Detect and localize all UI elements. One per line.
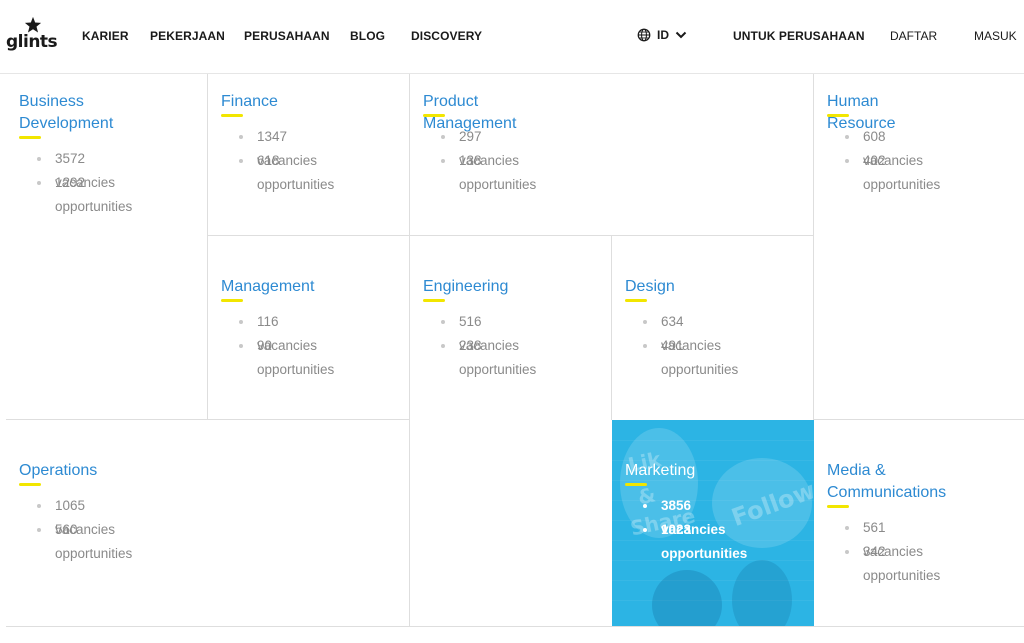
nav-perusahaan[interactable]: PERUSAHAAN [244,29,330,43]
language-selector[interactable]: ID [637,26,687,44]
title-underline [625,299,647,302]
category-stats: 116 vacancies 90 opportunities [239,310,334,377]
category-title[interactable]: Finance [221,91,278,113]
opportunities-count: 138 opportunities [441,149,536,192]
title-underline [827,114,849,117]
category-stats: 1347 vacancies 618 opportunities [239,125,334,192]
glints-logo[interactable]: glints [6,16,58,56]
opportunities-count: 1292 opportunities [37,171,132,214]
opportunities-count: 560 opportunities [37,518,132,561]
opportunities-count: 90 opportunities [239,334,334,377]
title-underline [625,483,647,486]
category-title[interactable]: Business Development [19,91,169,135]
vacancies-count: 1065 vacancies [37,494,132,537]
category-stats: 3856 vacancies 1023 opportunities [643,494,747,561]
nav-pekerjaan[interactable]: PEKERJAAN [150,29,225,43]
vacancies-count: 608 vacancies [845,125,940,168]
vacancies-count: 634 vacancies [643,310,738,353]
category-title[interactable]: Marketing [625,460,695,482]
category-stats: 297 vacancies 138 opportunities [441,125,536,192]
vacancies-count: 516 vacancies [441,310,536,353]
for-companies-link[interactable]: UNTUK PERUSAHAAN [733,29,865,43]
category-stats: 3572 vacancies 1292 opportunities [37,147,132,214]
opportunities-count: 342 opportunities [845,540,940,583]
category-title[interactable]: Engineering [423,276,508,298]
nav-discovery[interactable]: DISCOVERY [411,29,482,43]
vacancies-count: 561 vacancies [845,516,940,559]
top-navbar: glints KARIER PEKERJAAN PERUSAHAAN BLOG … [0,0,1024,74]
category-stats: 1065 vacancies 560 opportunities [37,494,132,561]
vacancies-count: 1347 vacancies [239,125,334,168]
title-underline [827,505,849,508]
category-stats: 561 vacancies 342 opportunities [845,516,940,583]
nav-blog[interactable]: BLOG [350,29,385,43]
title-underline [423,114,445,117]
vacancies-count: 116 vacancies [239,310,334,353]
opportunities-count: 402 opportunities [845,149,940,192]
vacancies-count: 3856 vacancies [643,494,747,537]
opportunities-count: 618 opportunities [239,149,334,192]
title-underline [221,114,243,117]
nav-karier[interactable]: KARIER [82,29,129,43]
opportunities-count: 491 opportunities [643,334,738,377]
login-link[interactable]: MASUK [974,29,1017,43]
title-underline [19,483,41,486]
chevron-down-icon [675,31,687,39]
category-stats: 634 vacancies 491 opportunities [643,310,738,377]
title-underline [423,299,445,302]
category-title[interactable]: Media & Communications [827,460,987,504]
category-stats: 608 vacancies 402 opportunities [845,125,940,192]
register-link[interactable]: DAFTAR [890,29,937,43]
vacancies-count: 297 vacancies [441,125,536,168]
category-title[interactable]: Management [221,276,314,298]
title-underline [221,299,243,302]
opportunities-count: 1023 opportunities [643,518,747,561]
opportunities-count: 238 opportunities [441,334,536,377]
language-code: ID [657,28,669,42]
category-stats: 516 vacancies 238 opportunities [441,310,536,377]
category-title[interactable]: Design [625,276,675,298]
category-title[interactable]: Operations [19,460,97,482]
logo-wordmark: glints [6,32,58,52]
globe-icon [637,28,651,42]
title-underline [19,136,41,139]
vacancies-count: 3572 vacancies [37,147,132,190]
